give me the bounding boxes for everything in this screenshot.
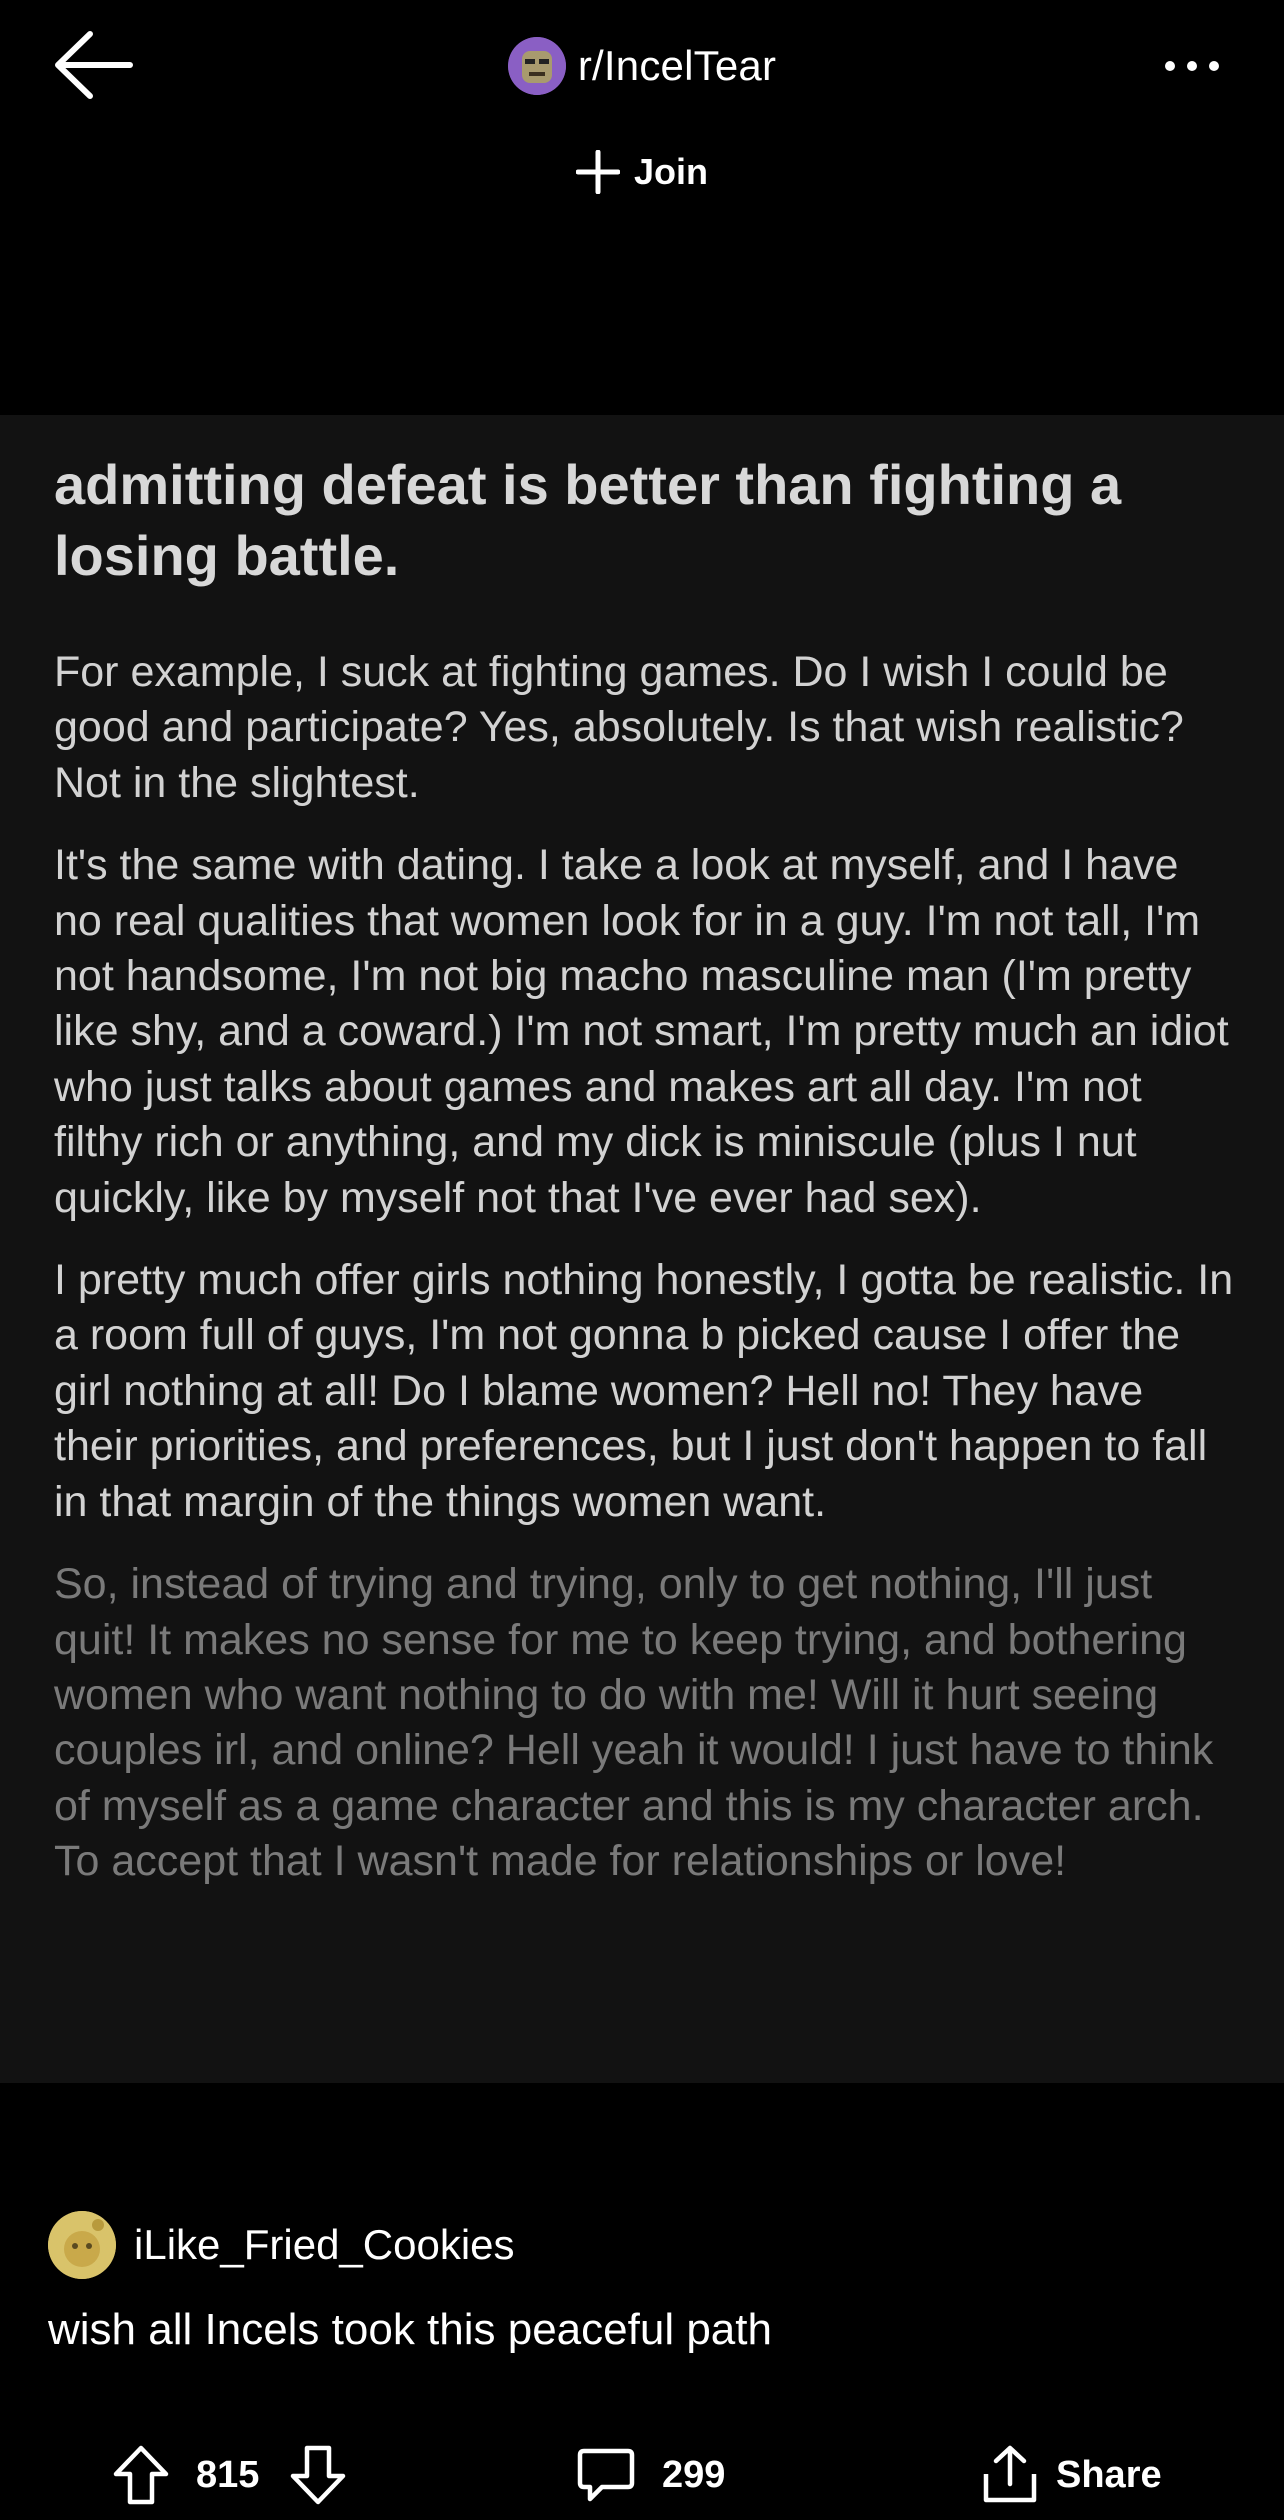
subreddit-avatar-icon xyxy=(507,37,566,95)
subreddit-avatar xyxy=(507,37,566,95)
comment-bubble-icon xyxy=(577,2448,635,2502)
plus-icon xyxy=(575,150,620,194)
post-card[interactable]: admitting defeat is better than fighting… xyxy=(0,415,1284,2083)
top-bar: r/IncelTear Join xyxy=(0,0,1284,415)
post-body: For example, I suck at fighting games. D… xyxy=(54,645,1238,1917)
more-horizontal-icon[interactable] xyxy=(1162,46,1222,86)
vote-group: 815 xyxy=(112,2430,347,2520)
share-button[interactable]: Share xyxy=(980,2430,1162,2520)
post-paragraph-faded: So, instead of trying and trying, only t… xyxy=(54,1560,1214,1886)
comment-username[interactable]: iLike_Fried_Cookies xyxy=(134,2221,515,2269)
downvote-arrow-icon[interactable] xyxy=(289,2444,347,2506)
share-label: Share xyxy=(1056,2453,1162,2496)
comments-button[interactable]: 299 xyxy=(576,2430,725,2520)
post-paragraph: It's the same with dating. I take a look… xyxy=(54,841,1229,1222)
subreddit-name[interactable]: r/IncelTear xyxy=(578,42,776,90)
share-icon xyxy=(983,2445,1037,2503)
avatar[interactable] xyxy=(48,2211,116,2279)
post-paragraph: For example, I suck at fighting games. D… xyxy=(54,648,1184,807)
post-title: admitting defeat is better than fighting… xyxy=(54,453,1122,587)
post-paragraph: I pretty much offer girls nothing honest… xyxy=(54,1256,1234,1526)
comment-header: iLike_Fried_Cookies xyxy=(48,2210,515,2280)
upvote-count: 815 xyxy=(196,2453,260,2496)
user-avatar-icon xyxy=(48,2211,116,2279)
upvote-arrow-icon[interactable] xyxy=(112,2444,170,2506)
subreddit-header[interactable]: r/IncelTear xyxy=(0,34,1284,98)
join-label: Join xyxy=(633,151,708,192)
comment-text: wish all Incels took this peaceful path xyxy=(48,2305,772,2354)
comment-count: 299 xyxy=(662,2453,726,2496)
action-bar: 815 299 Share xyxy=(0,2430,1284,2520)
join-button[interactable]: Join xyxy=(0,140,1284,204)
